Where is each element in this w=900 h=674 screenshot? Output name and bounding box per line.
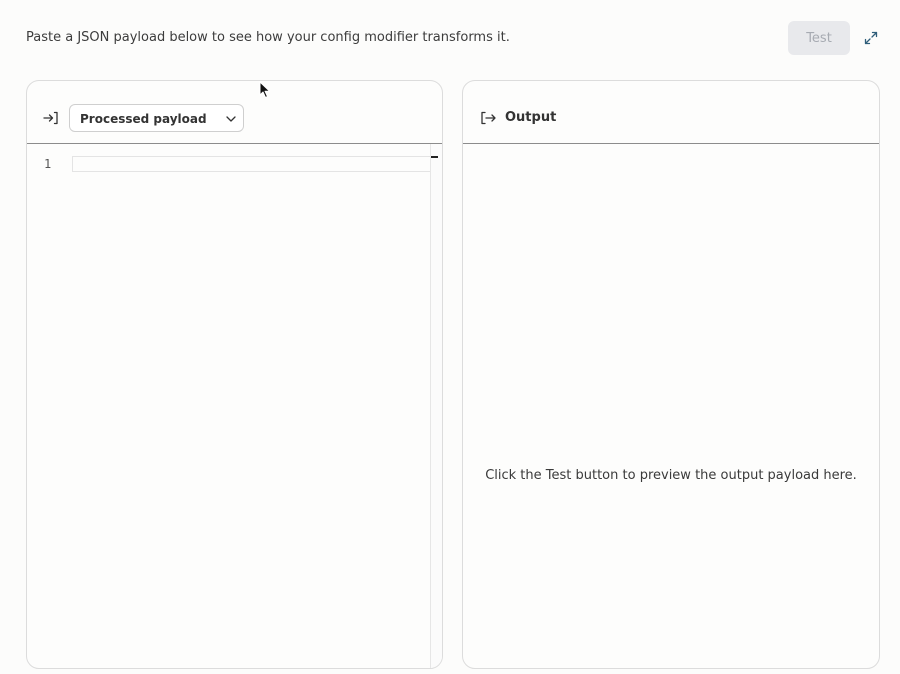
input-panel: Processed payload 1 xyxy=(26,80,443,669)
instructions-text: Paste a JSON payload below to see how yo… xyxy=(26,30,510,45)
output-arrow-icon xyxy=(481,111,496,125)
output-body: Click the Test button to preview the out… xyxy=(463,144,879,668)
expand-arrows-icon xyxy=(864,31,878,45)
payload-type-selected-value: Processed payload xyxy=(80,112,207,126)
input-panel-header: Processed payload xyxy=(27,81,442,144)
output-empty-message: Click the Test button to preview the out… xyxy=(485,468,857,483)
output-panel: Output Click the Test button to preview … xyxy=(462,80,880,669)
payload-type-select[interactable]: Processed payload xyxy=(69,104,244,132)
payload-editor[interactable]: 1 xyxy=(27,144,442,668)
config-modifier-test-page: Paste a JSON payload below to see how yo… xyxy=(0,0,900,674)
line-number: 1 xyxy=(44,157,52,171)
expand-button[interactable] xyxy=(860,27,882,49)
top-bar: Paste a JSON payload below to see how yo… xyxy=(0,0,900,76)
output-panel-header: Output xyxy=(463,81,879,144)
input-arrow-icon xyxy=(43,111,58,125)
mouse-pointer-icon xyxy=(259,81,270,98)
chevron-down-icon xyxy=(226,116,236,122)
output-title: Output xyxy=(505,110,557,125)
test-button[interactable]: Test xyxy=(788,21,850,55)
editor-scrollbar[interactable] xyxy=(430,144,442,668)
editor-active-line[interactable] xyxy=(72,156,438,172)
scrollbar-cursor-marker xyxy=(431,156,438,158)
